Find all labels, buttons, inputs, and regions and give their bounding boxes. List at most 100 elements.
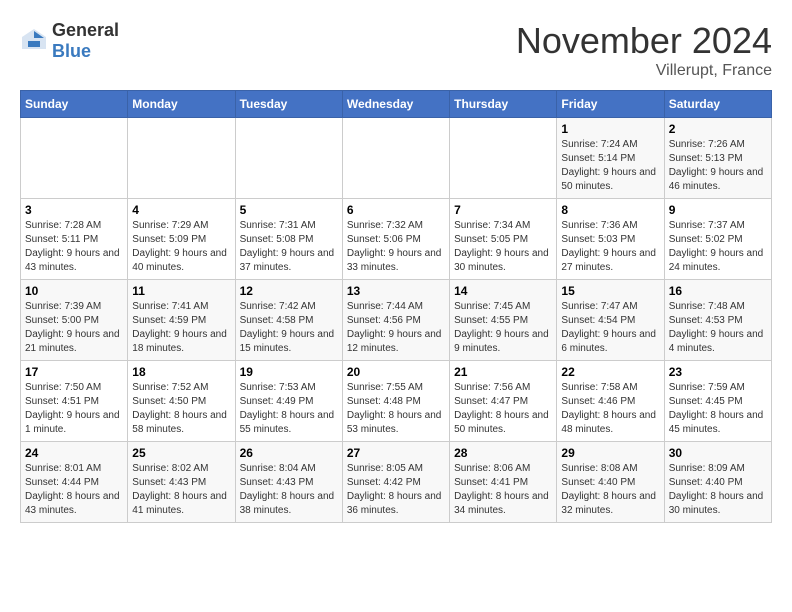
day-cell-1-4: 7 Sunrise: 7:34 AM Sunset: 5:05 PM Daylig… bbox=[450, 199, 557, 280]
day-number-11: 11 bbox=[132, 284, 230, 298]
header-sunday: Sunday bbox=[21, 91, 128, 118]
day-number-28: 28 bbox=[454, 446, 552, 460]
day-number-4: 4 bbox=[132, 203, 230, 217]
day-number-2: 2 bbox=[669, 122, 767, 136]
day-number-21: 21 bbox=[454, 365, 552, 379]
day-cell-0-5: 1 Sunrise: 7:24 AM Sunset: 5:14 PM Daylig… bbox=[557, 118, 664, 199]
month-title: November 2024 bbox=[516, 20, 772, 62]
day-cell-0-2 bbox=[235, 118, 342, 199]
day-info-27: Sunrise: 8:05 AM Sunset: 4:42 PM Dayligh… bbox=[347, 462, 445, 518]
day-number-16: 16 bbox=[669, 284, 767, 298]
header-saturday: Saturday bbox=[664, 91, 771, 118]
logo-icon bbox=[20, 27, 48, 55]
day-info-14: Sunrise: 7:45 AM Sunset: 4:55 PM Dayligh… bbox=[454, 300, 552, 356]
day-info-8: Sunrise: 7:36 AM Sunset: 5:03 PM Dayligh… bbox=[561, 219, 659, 275]
day-cell-4-6: 30 Sunrise: 8:09 AM Sunset: 4:40 PM Dayli… bbox=[664, 442, 771, 523]
day-info-23: Sunrise: 7:59 AM Sunset: 4:45 PM Dayligh… bbox=[669, 381, 767, 437]
day-cell-0-6: 2 Sunrise: 7:26 AM Sunset: 5:13 PM Daylig… bbox=[664, 118, 771, 199]
day-number-15: 15 bbox=[561, 284, 659, 298]
day-number-7: 7 bbox=[454, 203, 552, 217]
day-number-3: 3 bbox=[25, 203, 123, 217]
day-info-15: Sunrise: 7:47 AM Sunset: 4:54 PM Dayligh… bbox=[561, 300, 659, 356]
day-cell-3-4: 21 Sunrise: 7:56 AM Sunset: 4:47 PM Dayli… bbox=[450, 361, 557, 442]
day-info-7: Sunrise: 7:34 AM Sunset: 5:05 PM Dayligh… bbox=[454, 219, 552, 275]
logo-text: General Blue bbox=[52, 20, 119, 62]
day-cell-2-6: 16 Sunrise: 7:48 AM Sunset: 4:53 PM Dayli… bbox=[664, 280, 771, 361]
day-info-13: Sunrise: 7:44 AM Sunset: 4:56 PM Dayligh… bbox=[347, 300, 445, 356]
day-cell-4-3: 27 Sunrise: 8:05 AM Sunset: 4:42 PM Dayli… bbox=[342, 442, 449, 523]
day-cell-0-1 bbox=[128, 118, 235, 199]
day-number-26: 26 bbox=[240, 446, 338, 460]
day-info-22: Sunrise: 7:58 AM Sunset: 4:46 PM Dayligh… bbox=[561, 381, 659, 437]
day-info-30: Sunrise: 8:09 AM Sunset: 4:40 PM Dayligh… bbox=[669, 462, 767, 518]
day-cell-1-2: 5Sunrise: 7:31 AM Sunset: 5:08 PM Daylig… bbox=[235, 199, 342, 280]
day-cell-4-2: 26 Sunrise: 8:04 AM Sunset: 4:43 PM Dayli… bbox=[235, 442, 342, 523]
day-cell-2-0: 10 Sunrise: 7:39 AM Sunset: 5:00 PM Dayli… bbox=[21, 280, 128, 361]
day-cell-2-1: 11 Sunrise: 7:41 AM Sunset: 4:59 PM Dayli… bbox=[128, 280, 235, 361]
day-number-8: 8 bbox=[561, 203, 659, 217]
day-cell-2-2: 12Sunrise: 7:42 AM Sunset: 4:58 PM Dayli… bbox=[235, 280, 342, 361]
day-info-2: Sunrise: 7:26 AM Sunset: 5:13 PM Dayligh… bbox=[669, 138, 767, 194]
day-number-14: 14 bbox=[454, 284, 552, 298]
day-cell-4-1: 25Sunrise: 8:02 AM Sunset: 4:43 PM Dayli… bbox=[128, 442, 235, 523]
day-info-6: Sunrise: 7:32 AM Sunset: 5:06 PM Dayligh… bbox=[347, 219, 445, 275]
day-cell-3-1: 18 Sunrise: 7:52 AM Sunset: 4:50 PM Dayli… bbox=[128, 361, 235, 442]
day-cell-3-6: 23Sunrise: 7:59 AM Sunset: 4:45 PM Dayli… bbox=[664, 361, 771, 442]
calendar-header: Sunday Monday Tuesday Wednesday Thursday… bbox=[21, 91, 772, 118]
title-block: November 2024 Villerupt, France bbox=[516, 20, 772, 80]
day-number-13: 13 bbox=[347, 284, 445, 298]
page-header: General Blue November 2024 Villerupt, Fr… bbox=[20, 20, 772, 80]
header-monday: Monday bbox=[128, 91, 235, 118]
week-row-1: 3 Sunrise: 7:28 AM Sunset: 5:11 PM Daylig… bbox=[21, 199, 772, 280]
day-info-17: Sunrise: 7:50 AM Sunset: 4:51 PM Dayligh… bbox=[25, 381, 123, 437]
day-cell-3-5: 22 Sunrise: 7:58 AM Sunset: 4:46 PM Dayli… bbox=[557, 361, 664, 442]
day-info-1: Sunrise: 7:24 AM Sunset: 5:14 PM Dayligh… bbox=[561, 138, 659, 194]
day-info-21: Sunrise: 7:56 AM Sunset: 4:47 PM Dayligh… bbox=[454, 381, 552, 437]
day-info-24: Sunrise: 8:01 AM Sunset: 4:44 PM Dayligh… bbox=[25, 462, 123, 518]
day-info-4: Sunrise: 7:29 AM Sunset: 5:09 PM Dayligh… bbox=[132, 219, 230, 275]
day-number-6: 6 bbox=[347, 203, 445, 217]
week-row-2: 10 Sunrise: 7:39 AM Sunset: 5:00 PM Dayli… bbox=[21, 280, 772, 361]
day-number-30: 30 bbox=[669, 446, 767, 460]
day-info-29: Sunrise: 8:08 AM Sunset: 4:40 PM Dayligh… bbox=[561, 462, 659, 518]
day-number-22: 22 bbox=[561, 365, 659, 379]
day-number-27: 27 bbox=[347, 446, 445, 460]
calendar-body: 1 Sunrise: 7:24 AM Sunset: 5:14 PM Daylig… bbox=[21, 118, 772, 523]
day-cell-2-3: 13 Sunrise: 7:44 AM Sunset: 4:56 PM Dayli… bbox=[342, 280, 449, 361]
calendar-table: Sunday Monday Tuesday Wednesday Thursday… bbox=[20, 90, 772, 523]
logo-blue: Blue bbox=[52, 41, 91, 61]
day-number-19: 19 bbox=[240, 365, 338, 379]
logo-general: General bbox=[52, 20, 119, 40]
day-info-28: Sunrise: 8:06 AM Sunset: 4:41 PM Dayligh… bbox=[454, 462, 552, 518]
day-number-29: 29 bbox=[561, 446, 659, 460]
week-row-4: 24 Sunrise: 8:01 AM Sunset: 4:44 PM Dayli… bbox=[21, 442, 772, 523]
day-number-10: 10 bbox=[25, 284, 123, 298]
day-info-16: Sunrise: 7:48 AM Sunset: 4:53 PM Dayligh… bbox=[669, 300, 767, 356]
day-info-26: Sunrise: 8:04 AM Sunset: 4:43 PM Dayligh… bbox=[240, 462, 338, 518]
day-info-3: Sunrise: 7:28 AM Sunset: 5:11 PM Dayligh… bbox=[25, 219, 123, 275]
day-cell-0-3 bbox=[342, 118, 449, 199]
week-row-3: 17 Sunrise: 7:50 AM Sunset: 4:51 PM Dayli… bbox=[21, 361, 772, 442]
day-cell-2-5: 15 Sunrise: 7:47 AM Sunset: 4:54 PM Dayli… bbox=[557, 280, 664, 361]
day-number-17: 17 bbox=[25, 365, 123, 379]
header-wednesday: Wednesday bbox=[342, 91, 449, 118]
logo: General Blue bbox=[20, 20, 119, 62]
day-cell-0-0 bbox=[21, 118, 128, 199]
day-number-18: 18 bbox=[132, 365, 230, 379]
header-thursday: Thursday bbox=[450, 91, 557, 118]
week-row-0: 1 Sunrise: 7:24 AM Sunset: 5:14 PM Daylig… bbox=[21, 118, 772, 199]
day-number-12: 12 bbox=[240, 284, 338, 298]
day-number-24: 24 bbox=[25, 446, 123, 460]
day-cell-4-4: 28 Sunrise: 8:06 AM Sunset: 4:41 PM Dayli… bbox=[450, 442, 557, 523]
day-number-9: 9 bbox=[669, 203, 767, 217]
day-info-11: Sunrise: 7:41 AM Sunset: 4:59 PM Dayligh… bbox=[132, 300, 230, 356]
day-info-20: Sunrise: 7:55 AM Sunset: 4:48 PM Dayligh… bbox=[347, 381, 445, 437]
day-info-18: Sunrise: 7:52 AM Sunset: 4:50 PM Dayligh… bbox=[132, 381, 230, 437]
day-info-10: Sunrise: 7:39 AM Sunset: 5:00 PM Dayligh… bbox=[25, 300, 123, 356]
day-cell-1-1: 4 Sunrise: 7:29 AM Sunset: 5:09 PM Daylig… bbox=[128, 199, 235, 280]
day-cell-1-6: 9Sunrise: 7:37 AM Sunset: 5:02 PM Daylig… bbox=[664, 199, 771, 280]
location: Villerupt, France bbox=[516, 62, 772, 80]
day-cell-4-0: 24 Sunrise: 8:01 AM Sunset: 4:44 PM Dayli… bbox=[21, 442, 128, 523]
day-info-19: Sunrise: 7:53 AM Sunset: 4:49 PM Dayligh… bbox=[240, 381, 338, 437]
day-number-1: 1 bbox=[561, 122, 659, 136]
